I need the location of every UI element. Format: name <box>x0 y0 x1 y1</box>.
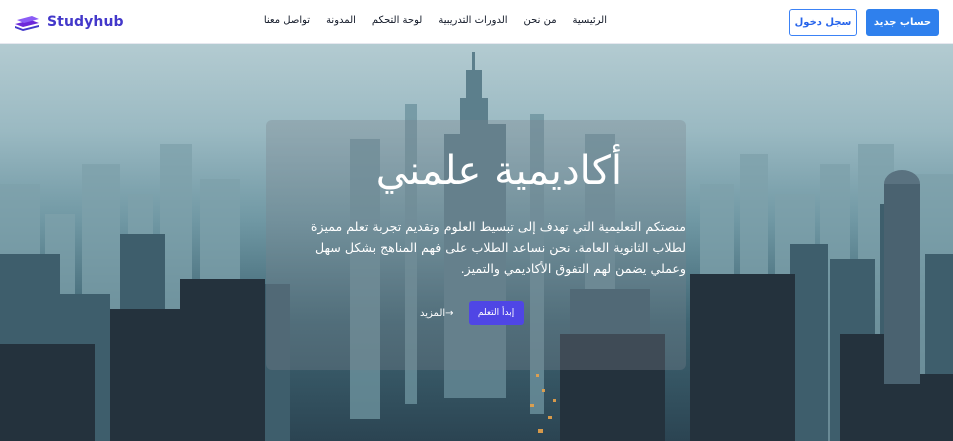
nav-courses[interactable]: الدورات التدريبية <box>438 14 507 28</box>
nav-blog[interactable]: المدونة <box>326 14 356 28</box>
hero-actions: المزيد→ إبدأ التعلم <box>420 301 524 325</box>
brand-name: Studyhub <box>47 14 124 30</box>
stacked-books-icon <box>15 16 39 31</box>
hero-description: منصتكم التعليمية التي تهدف إلى تبسيط الع… <box>310 219 686 276</box>
nav-contact[interactable]: تواصل معنا <box>264 14 310 28</box>
nav-about[interactable]: من نحن <box>524 14 557 28</box>
hero-section: أكاديمية علمني منصتكم التعليمية التي تهد… <box>0 44 953 441</box>
brand-logo[interactable]: Studyhub <box>12 11 124 33</box>
more-link[interactable]: المزيد→ <box>420 308 454 319</box>
nav-home[interactable]: الرئيسية <box>573 14 607 28</box>
start-learning-button[interactable]: إبدأ التعلم <box>468 301 524 325</box>
register-button[interactable]: حساب جديد <box>866 9 939 36</box>
login-button[interactable]: سجل دخول <box>789 9 857 36</box>
nav-dashboard[interactable]: لوحة التحكم <box>372 14 422 28</box>
top-navbar: Studyhub الرئيسية من نحن الدورات التدريب… <box>0 0 953 44</box>
hero-title: أكاديمية علمني <box>375 148 622 194</box>
main-nav: الرئيسية من نحن الدورات التدريبية لوحة ا… <box>264 14 607 28</box>
